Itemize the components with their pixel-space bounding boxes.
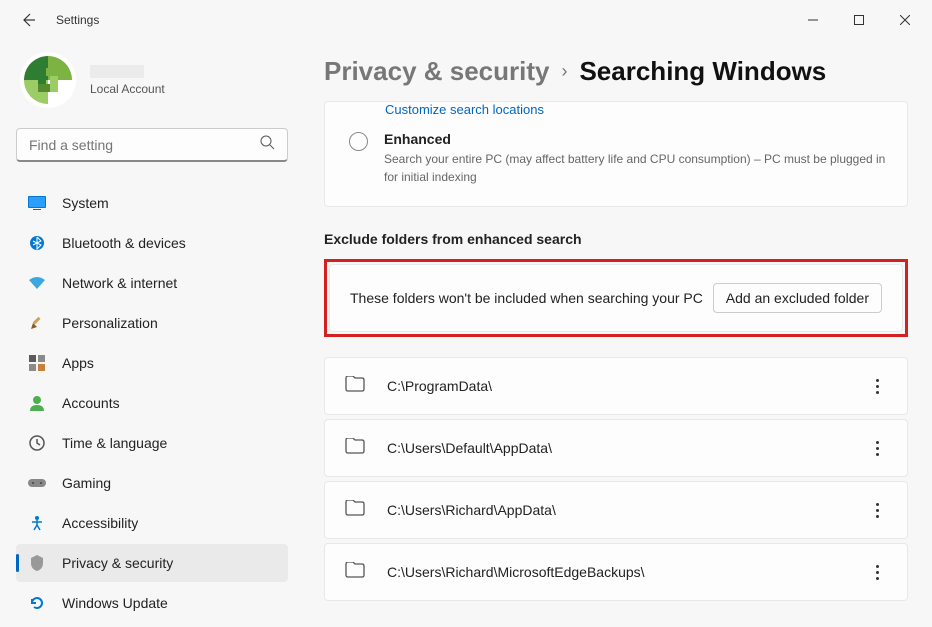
excluded-folder-row[interactable]: C:\Users\Richard\AppData\ <box>324 481 908 539</box>
sidebar-item-label: Bluetooth & devices <box>62 235 186 251</box>
more-options-button[interactable] <box>867 376 887 396</box>
search-mode-card: Customize search locations Enhanced Sear… <box>324 101 908 207</box>
folder-icon <box>345 562 365 582</box>
more-options-button[interactable] <box>867 562 887 582</box>
system-icon <box>28 194 46 212</box>
profile-account-type: Local Account <box>90 82 165 96</box>
sidebar-item-bluetooth[interactable]: Bluetooth & devices <box>16 224 288 262</box>
close-button[interactable] <box>882 4 928 36</box>
folder-icon <box>345 438 365 458</box>
content-area: Privacy & security › Searching Windows C… <box>300 40 932 627</box>
search-icon <box>260 135 275 155</box>
sidebar-item-gaming[interactable]: Gaming <box>16 464 288 502</box>
sidebar: Local Account System Bluetooth & devices… <box>0 40 300 627</box>
accounts-icon <box>28 394 46 412</box>
sidebar-item-label: Network & internet <box>62 275 177 291</box>
sidebar-item-label: Accessibility <box>62 515 138 531</box>
search-box[interactable] <box>16 128 288 162</box>
apps-icon <box>28 354 46 372</box>
sidebar-item-label: Apps <box>62 355 94 371</box>
time-icon <box>28 434 46 452</box>
nav-list: System Bluetooth & devices Network & int… <box>16 184 288 622</box>
search-input[interactable] <box>29 137 260 153</box>
personalization-icon <box>28 314 46 332</box>
enhanced-title: Enhanced <box>384 131 887 147</box>
sidebar-item-label: System <box>62 195 109 211</box>
sidebar-item-accessibility[interactable]: Accessibility <box>16 504 288 542</box>
sidebar-item-time[interactable]: Time & language <box>16 424 288 462</box>
privacy-icon <box>28 554 46 572</box>
breadcrumb: Privacy & security › Searching Windows <box>324 56 908 87</box>
exclude-header-card: These folders won't be included when sea… <box>329 264 903 332</box>
radio-icon[interactable] <box>349 132 368 151</box>
network-icon <box>28 274 46 292</box>
sidebar-item-label: Gaming <box>62 475 111 491</box>
add-excluded-folder-button[interactable]: Add an excluded folder <box>713 283 882 313</box>
sidebar-item-update[interactable]: Windows Update <box>16 584 288 622</box>
sidebar-item-label: Accounts <box>62 395 120 411</box>
gaming-icon <box>28 474 46 492</box>
update-icon <box>28 594 46 612</box>
folder-path: C:\Users\Richard\AppData\ <box>387 502 845 518</box>
highlight-annotation: These folders won't be included when sea… <box>324 259 908 337</box>
enhanced-option[interactable]: Enhanced Search your entire PC (may affe… <box>349 131 887 186</box>
folder-path: C:\ProgramData\ <box>387 378 845 394</box>
chevron-right-icon: › <box>561 61 567 82</box>
exclude-section-header: Exclude folders from enhanced search <box>324 231 908 247</box>
sidebar-item-personalization[interactable]: Personalization <box>16 304 288 342</box>
enhanced-description: Search your entire PC (may affect batter… <box>384 150 887 186</box>
more-options-button[interactable] <box>867 500 887 520</box>
breadcrumb-current: Searching Windows <box>579 56 826 87</box>
accessibility-icon <box>28 514 46 532</box>
maximize-button[interactable] <box>836 4 882 36</box>
back-button[interactable] <box>18 10 38 30</box>
folder-path: C:\Users\Default\AppData\ <box>387 440 845 456</box>
window-title: Settings <box>56 13 99 27</box>
sidebar-item-label: Privacy & security <box>62 555 173 571</box>
sidebar-item-label: Time & language <box>62 435 167 451</box>
sidebar-item-apps[interactable]: Apps <box>16 344 288 382</box>
excluded-folder-row[interactable]: C:\ProgramData\ <box>324 357 908 415</box>
sidebar-item-network[interactable]: Network & internet <box>16 264 288 302</box>
sidebar-item-label: Windows Update <box>62 595 168 611</box>
profile-name-placeholder <box>90 65 144 78</box>
folder-path: C:\Users\Richard\MicrosoftEdgeBackups\ <box>387 564 845 580</box>
sidebar-item-accounts[interactable]: Accounts <box>16 384 288 422</box>
profile-section[interactable]: Local Account <box>16 52 288 108</box>
more-options-button[interactable] <box>867 438 887 458</box>
sidebar-item-system[interactable]: System <box>16 184 288 222</box>
customize-search-link[interactable]: Customize search locations <box>385 102 887 131</box>
folder-icon <box>345 376 365 396</box>
avatar <box>20 52 76 108</box>
excluded-folder-row[interactable]: C:\Users\Richard\MicrosoftEdgeBackups\ <box>324 543 908 601</box>
sidebar-item-privacy[interactable]: Privacy & security <box>16 544 288 582</box>
breadcrumb-parent[interactable]: Privacy & security <box>324 56 549 87</box>
sidebar-item-label: Personalization <box>62 315 158 331</box>
minimize-button[interactable] <box>790 4 836 36</box>
titlebar: Settings <box>0 0 932 40</box>
bluetooth-icon <box>28 234 46 252</box>
folder-icon <box>345 500 365 520</box>
excluded-folder-row[interactable]: C:\Users\Default\AppData\ <box>324 419 908 477</box>
exclude-description: These folders won't be included when sea… <box>350 290 703 306</box>
